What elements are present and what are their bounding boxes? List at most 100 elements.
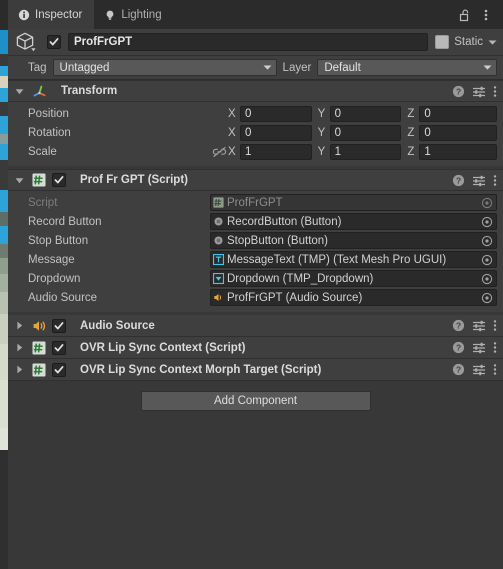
edge-strip-segment xyxy=(0,144,8,160)
layer-dropdown[interactable]: Default xyxy=(317,59,497,76)
ovr-lip-sync-morph-target-enabled-checkbox[interactable] xyxy=(52,362,66,377)
gameobject-enabled-checkbox[interactable] xyxy=(47,35,61,49)
property-row-audio-source: Audio Source ProfFrGPT (Audio Source) xyxy=(8,288,497,307)
preset-settings-icon[interactable] xyxy=(472,85,486,98)
scale-x-input[interactable]: 1 xyxy=(240,143,312,160)
edge-strip-segment xyxy=(0,380,8,428)
ovr-lip-sync-morph-target-header-tools: ? xyxy=(452,363,497,376)
script-foldout-expanded-icon[interactable] xyxy=(13,174,26,187)
object-picker-icon[interactable] xyxy=(480,292,494,304)
position-x-input[interactable]: 0 xyxy=(240,105,312,122)
component-header-transform[interactable]: Transform ? xyxy=(8,80,503,102)
rotation-z-input[interactable]: 0 xyxy=(419,124,498,141)
object-picker-icon[interactable] xyxy=(480,235,494,247)
ovr-lip-sync-context-enabled-checkbox[interactable] xyxy=(52,340,66,355)
preset-settings-icon[interactable] xyxy=(472,174,486,187)
edge-strip-segment xyxy=(0,212,8,226)
transform-title: Transform xyxy=(61,85,118,97)
edge-strip-segment xyxy=(0,190,8,212)
component-header-ovr-lip-sync-context[interactable]: OVR Lip Sync Context (Script) ? xyxy=(8,337,503,359)
script-enabled-checkbox[interactable] xyxy=(52,173,66,187)
help-icon[interactable]: ? xyxy=(452,319,465,332)
panel-tab-bar: Inspector Lighting xyxy=(8,0,503,29)
static-checkbox[interactable] xyxy=(435,35,450,49)
rotation-x-input[interactable]: 0 xyxy=(240,124,312,141)
position-y-input[interactable]: 0 xyxy=(329,105,402,122)
scale-z-input[interactable]: 1 xyxy=(419,143,498,160)
help-icon[interactable]: ? xyxy=(452,341,465,354)
preset-settings-icon[interactable] xyxy=(472,363,486,376)
rotation-vector3: X 0 Y 0 Z 0 xyxy=(228,124,498,141)
scale-label: Scale xyxy=(28,145,57,158)
scale-y: Y 1 xyxy=(318,143,408,160)
audio-source-object-field[interactable]: ProfFrGPT (Audio Source) xyxy=(210,289,497,306)
stop-button-object-field[interactable]: StopButton (Button) xyxy=(210,232,497,249)
component-header-prof-fr-gpt-script[interactable]: Prof Fr GPT (Script) ? xyxy=(8,169,503,191)
svg-text:?: ? xyxy=(456,86,461,96)
kebab-menu-icon[interactable] xyxy=(493,174,497,187)
edge-strip-segment xyxy=(0,450,8,569)
edge-strip-segment xyxy=(0,428,8,450)
audio-source-foldout-collapsed-icon[interactable] xyxy=(13,319,26,332)
ovr-lip-sync-context-title: OVR Lip Sync Context (Script) xyxy=(80,341,246,354)
lock-icon[interactable] xyxy=(455,4,473,26)
dropdown-value: Dropdown (TMP_Dropdown) xyxy=(227,272,374,285)
ovr-lip-sync-context-foldout-collapsed-icon[interactable] xyxy=(13,341,26,354)
preset-settings-icon[interactable] xyxy=(472,341,486,354)
dropdown-object-field[interactable]: Dropdown (TMP_Dropdown) xyxy=(210,270,497,287)
edge-strip-segment xyxy=(0,116,8,134)
tab-inspector-label: Inspector xyxy=(35,8,83,21)
ovr-lip-sync-morph-target-foldout-collapsed-icon[interactable] xyxy=(13,363,26,376)
kebab-menu-icon[interactable] xyxy=(477,4,495,26)
edge-strip-segment xyxy=(0,54,8,66)
static-flags-chevron-down-icon[interactable] xyxy=(488,39,497,46)
gameobject-name-input[interactable]: ProfFrGPT xyxy=(68,33,429,51)
axis-label-x: X xyxy=(228,107,236,120)
record-button-value: RecordButton (Button) xyxy=(227,215,342,228)
preset-settings-icon[interactable] xyxy=(472,319,486,332)
object-picker-icon[interactable] xyxy=(480,216,494,228)
object-picker-icon[interactable] xyxy=(480,254,494,266)
component-header-ovr-lip-sync-context-morph-target[interactable]: OVR Lip Sync Context Morph Target (Scrip… xyxy=(8,359,503,381)
tab-lighting[interactable]: Lighting xyxy=(94,0,173,29)
kebab-menu-icon[interactable] xyxy=(493,341,497,354)
static-label: Static xyxy=(454,36,483,48)
axis-label-z: Z xyxy=(407,107,415,120)
property-row-message: Message MessageText (TMP) (Text Mesh Pro… xyxy=(8,250,497,269)
gameobject-name-value: ProfFrGPT xyxy=(74,36,133,48)
tab-inspector[interactable]: Inspector xyxy=(8,0,95,29)
kebab-menu-icon[interactable] xyxy=(493,319,497,332)
ovr-lip-sync-morph-target-title: OVR Lip Sync Context Morph Target (Scrip… xyxy=(80,363,322,376)
constrain-proportions-off-icon[interactable] xyxy=(210,146,228,158)
rotation-y-input[interactable]: 0 xyxy=(329,124,402,141)
component-header-audio-source[interactable]: Audio Source ? xyxy=(8,315,503,337)
stop-button-label: Stop Button xyxy=(28,234,89,247)
object-picker-icon[interactable] xyxy=(480,273,494,285)
transform-axis-icon xyxy=(32,84,47,99)
edge-strip-segment xyxy=(0,226,8,244)
rotation-z: Z 0 xyxy=(407,124,498,141)
help-icon[interactable]: ? xyxy=(452,363,465,376)
scale-y-input[interactable]: 1 xyxy=(329,143,402,160)
tag-dropdown[interactable]: Untagged xyxy=(52,59,277,76)
kebab-menu-icon[interactable] xyxy=(493,85,497,98)
tag-chevron-down-icon xyxy=(263,64,272,71)
tab-lighting-label: Lighting xyxy=(121,8,162,21)
lightbulb-icon xyxy=(104,9,116,21)
audio-source-component-title: Audio Source xyxy=(80,319,155,332)
kebab-menu-icon[interactable] xyxy=(493,363,497,376)
tmp-dropdown-icon xyxy=(213,273,224,284)
message-object-field[interactable]: MessageText (TMP) (Text Mesh Pro UGUI) xyxy=(210,251,497,268)
audio-source-icon xyxy=(32,319,46,333)
audio-source-enabled-checkbox[interactable] xyxy=(52,318,66,333)
axis-label-x: X xyxy=(228,145,236,158)
position-z-input[interactable]: 0 xyxy=(419,105,498,122)
add-component-button[interactable]: Add Component xyxy=(140,391,371,411)
help-icon[interactable]: ? xyxy=(452,174,465,187)
record-button-object-field[interactable]: RecordButton (Button) xyxy=(210,213,497,230)
edge-strip-segment xyxy=(0,30,8,54)
help-icon[interactable]: ? xyxy=(452,85,465,98)
position-z: Z 0 xyxy=(407,105,498,122)
cs-script-icon xyxy=(213,197,224,208)
transform-foldout-expanded-icon[interactable] xyxy=(13,85,26,98)
